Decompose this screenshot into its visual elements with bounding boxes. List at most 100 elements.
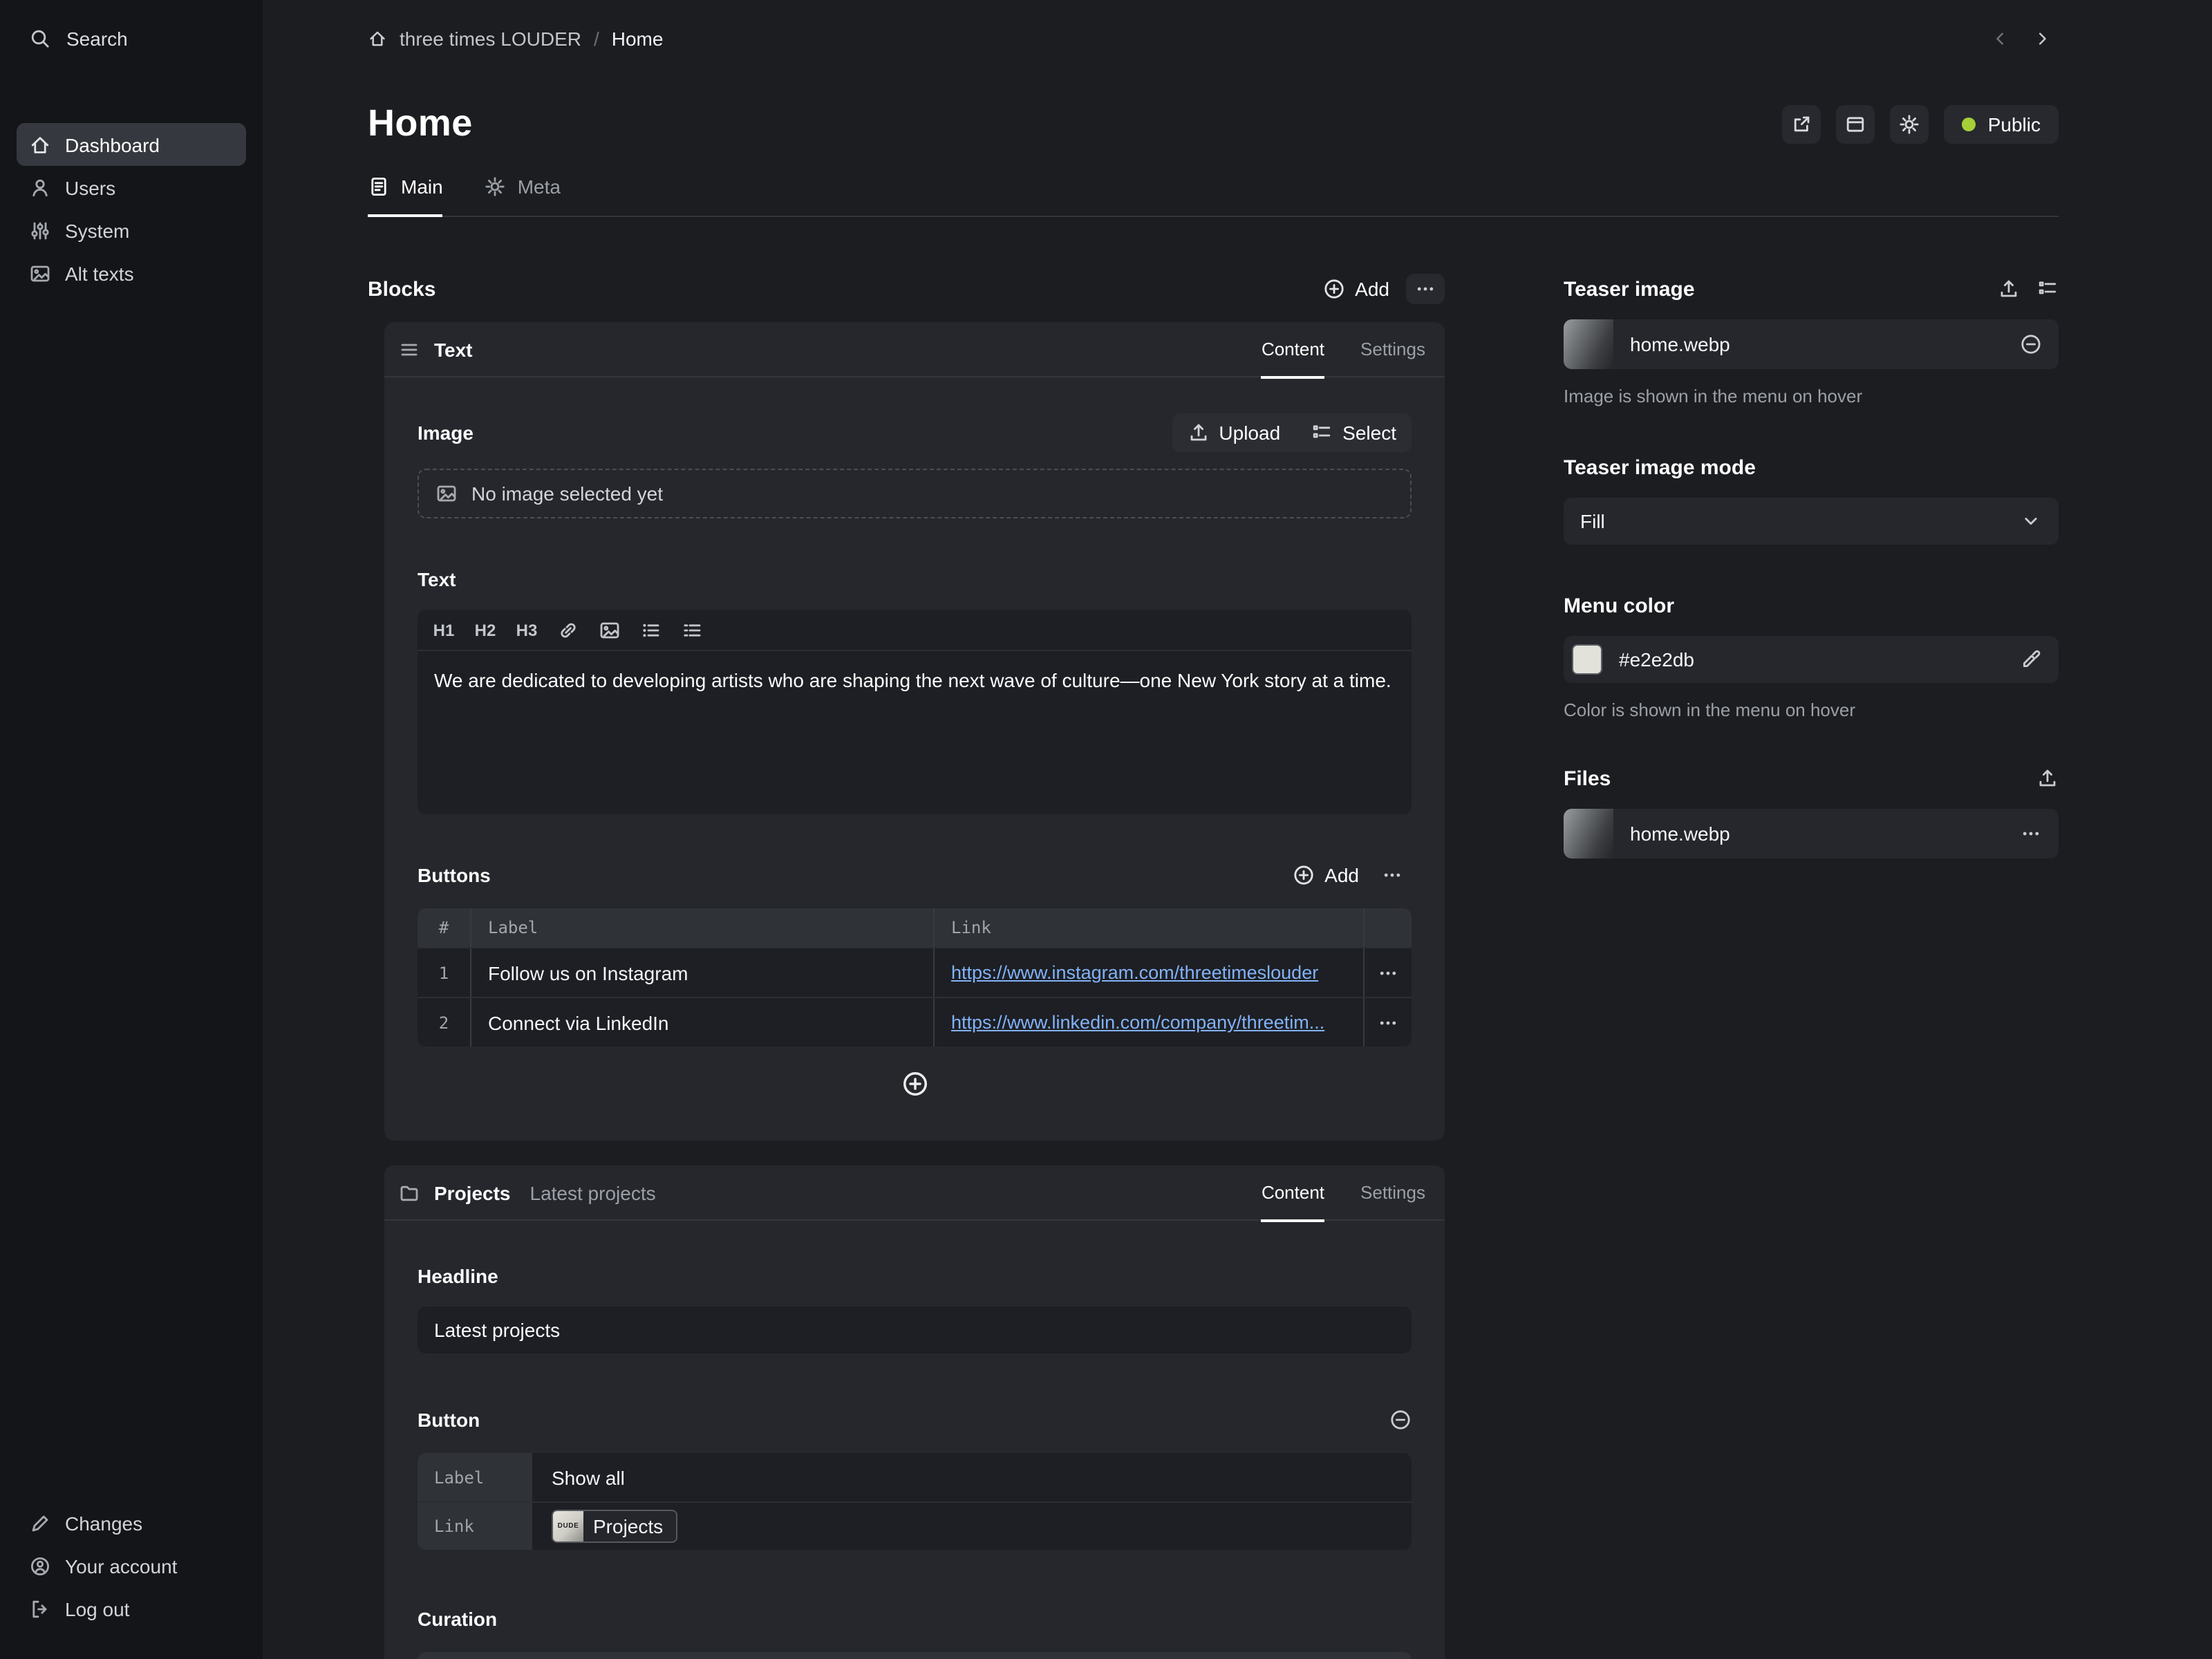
panel-viewport: Search Dashboard Users System Alt texts	[0, 0, 2212, 1659]
link-button[interactable]	[547, 609, 589, 650]
blocks-section-head: Blocks Add	[368, 272, 1445, 306]
tab-content[interactable]: Content	[1262, 1165, 1324, 1220]
button-field-head: Button	[418, 1400, 1412, 1439]
add-row-button[interactable]	[899, 1069, 930, 1099]
side-panel: Teaser image home.webp	[1564, 272, 2059, 1659]
breadcrumb-page[interactable]: Home	[612, 28, 664, 50]
chevron-left-icon	[1991, 29, 2010, 48]
eyedropper-icon[interactable]	[2020, 648, 2042, 671]
prev-button[interactable]	[1984, 22, 2017, 55]
headline-input[interactable]: Latest projects	[418, 1306, 1412, 1353]
files-head: Files	[1564, 762, 2059, 795]
remove-button[interactable]	[1389, 1409, 1412, 1431]
content: Blocks Add	[368, 272, 2059, 1659]
page-chip[interactable]: DUDE Projects	[552, 1510, 677, 1543]
buttons-add-button[interactable]: Add	[1293, 864, 1359, 886]
gear-icon	[485, 176, 507, 198]
sidebar-item-label: Changes	[65, 1512, 142, 1534]
sidebar-item-changes[interactable]: Changes	[17, 1501, 246, 1544]
col-label: Label	[470, 908, 933, 947]
h3-button[interactable]: H3	[506, 609, 547, 650]
folder-icon-wrap	[398, 1181, 420, 1203]
file-item[interactable]: home.webp	[1564, 809, 2059, 859]
kv-row-link: Link DUDE Projects	[418, 1501, 1412, 1550]
tab-content[interactable]: Content	[1262, 321, 1324, 377]
files-upload-button[interactable]	[2036, 767, 2059, 789]
bullet-list-button[interactable]	[630, 609, 672, 650]
select-button[interactable]: Select	[1295, 413, 1412, 452]
sidebar-item-your-account[interactable]: Your account	[17, 1544, 246, 1587]
h2-button[interactable]: H2	[465, 609, 506, 650]
tab-main[interactable]: Main	[368, 176, 443, 217]
upload-icon	[1187, 422, 1209, 444]
pager	[1984, 22, 2059, 55]
tab-meta[interactable]: Meta	[485, 176, 561, 217]
dots-icon	[1377, 962, 1399, 984]
menu-color-caption: Color is shown in the menu on hover	[1564, 700, 2059, 720]
tab-settings[interactable]: Settings	[1360, 321, 1425, 377]
row-label[interactable]: Follow us on Instagram	[470, 948, 933, 997]
breadcrumb-site[interactable]: three times LOUDER	[400, 28, 581, 50]
block-title: Text	[434, 338, 473, 360]
sidebar-item-dashboard[interactable]: Dashboard	[17, 123, 246, 166]
preview-layout-button[interactable]	[1836, 104, 1875, 143]
kv-key: Label	[418, 1453, 532, 1501]
row-options-button[interactable]	[1363, 998, 1412, 1047]
next-button[interactable]	[2025, 22, 2059, 55]
upload-button[interactable]: Upload	[1172, 413, 1295, 452]
sliders-icon	[29, 219, 51, 241]
tab-settings[interactable]: Settings	[1360, 1165, 1425, 1220]
headline-field-label: Headline	[418, 1265, 498, 1287]
search-button[interactable]: Search	[0, 0, 263, 76]
external-link-icon	[1790, 113, 1812, 135]
settings-button[interactable]	[1890, 104, 1929, 143]
main-area: three times LOUDER / Home Home	[263, 0, 2212, 1659]
teaser-image-item[interactable]: home.webp	[1564, 319, 2059, 369]
sidebar-item-users[interactable]: Users	[17, 166, 246, 209]
insert-image-button[interactable]	[589, 609, 630, 650]
blocks-options-button[interactable]	[1406, 274, 1445, 304]
sidebar-item-log-out[interactable]: Log out	[17, 1587, 246, 1630]
button-kv-table: Label Show all Link DUDE Projects	[418, 1453, 1412, 1550]
chevron-right-icon	[2032, 29, 2052, 48]
row-link[interactable]: https://www.instagram.com/threetimesloud…	[951, 962, 1318, 983]
upload-icon	[1998, 278, 2020, 300]
sidebar-item-system[interactable]: System	[17, 209, 246, 252]
row-options-button[interactable]	[1363, 948, 1412, 997]
file-options-button[interactable]	[2020, 823, 2042, 845]
projects-block-card: Projects Latest projects Content Setting…	[384, 1165, 1445, 1659]
image-empty-state[interactable]: No image selected yet	[418, 469, 1412, 518]
remove-file-button[interactable]	[2020, 333, 2042, 355]
buttons-options-button[interactable]	[1373, 860, 1412, 890]
teaser-upload-button[interactable]	[1998, 278, 2020, 300]
teaser-mode-select[interactable]: Fill	[1564, 498, 2059, 545]
file-name[interactable]: home.webp	[1630, 823, 1730, 845]
drag-handle[interactable]	[398, 338, 420, 360]
row-label[interactable]: Connect via LinkedIn	[470, 998, 933, 1047]
table-row[interactable]: 1 Follow us on Instagram https://www.ins…	[418, 947, 1412, 997]
open-preview-button[interactable]	[1782, 104, 1821, 143]
teaser-select-button[interactable]	[2036, 278, 2059, 300]
sidebar-item-alt-texts[interactable]: Alt texts	[17, 252, 246, 294]
curation-table-top	[418, 1652, 1412, 1659]
ordered-list-button[interactable]	[672, 609, 713, 650]
sidebar-item-label: System	[65, 219, 129, 241]
menu-color-input[interactable]: #e2e2db	[1564, 636, 2059, 683]
text-input[interactable]: We are dedicated to developing artists w…	[418, 651, 1412, 814]
h1-button[interactable]: H1	[423, 609, 465, 650]
col-link: Link	[933, 908, 1363, 947]
blocks-add-button[interactable]: Add	[1323, 278, 1389, 300]
image-icon	[599, 619, 621, 641]
chevron-down-icon	[2020, 510, 2042, 532]
kv-value[interactable]: Show all	[532, 1453, 1412, 1501]
menu-color-label: Menu color	[1564, 594, 1674, 617]
dots-icon	[1377, 1011, 1399, 1033]
table-row[interactable]: 2 Connect via LinkedIn https://www.linke…	[418, 997, 1412, 1047]
color-value[interactable]: #e2e2db	[1619, 648, 1694, 671]
dots-icon	[1414, 278, 1436, 300]
file-name[interactable]: home.webp	[1630, 333, 1730, 355]
status-button[interactable]: Public	[1944, 104, 2059, 143]
sidebar-nav: Dashboard Users System Alt texts	[0, 123, 263, 294]
row-link[interactable]: https://www.linkedin.com/company/threeti…	[951, 1012, 1324, 1033]
text-block-body: Image Upload Select	[384, 377, 1445, 1141]
